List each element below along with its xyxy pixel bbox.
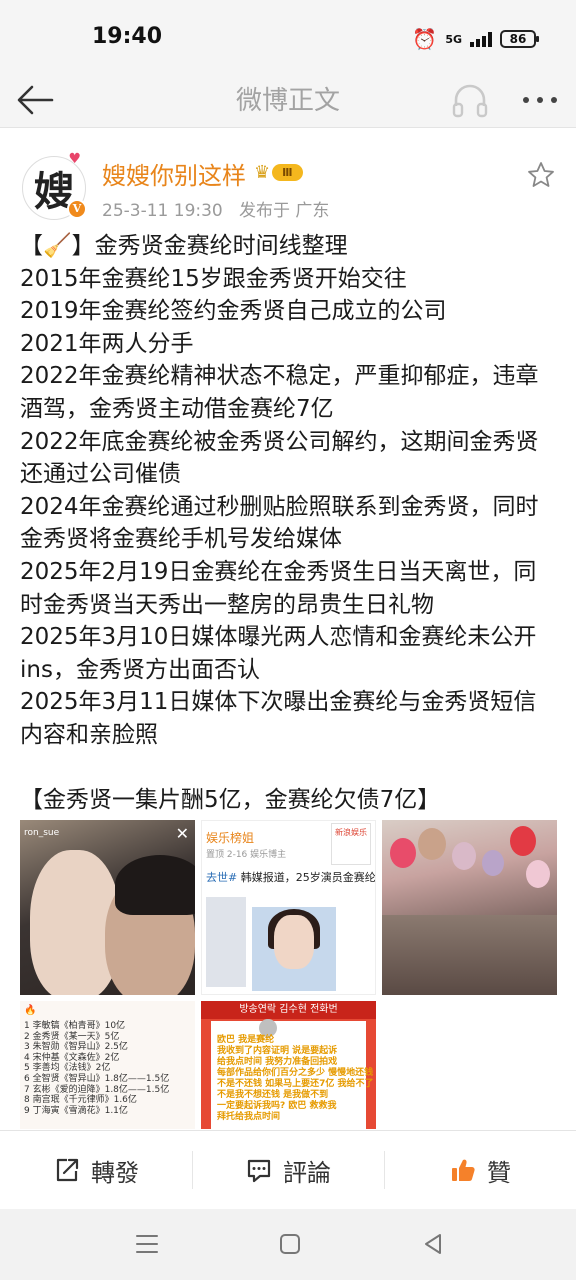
photo-couple-selfie[interactable]: ron_sue ✕ xyxy=(20,820,195,995)
fire-icon: 🔥 xyxy=(24,1005,37,1016)
post-timestamp: 25-3-11 19:30 xyxy=(102,201,223,221)
message-line: 每部作品给你们百分之多少 慢慢地还钱 xyxy=(217,1068,374,1078)
message-line: 欧巴 我是赛纶 xyxy=(217,1035,275,1045)
post-location: 发布于 广东 xyxy=(238,201,330,221)
more-icon[interactable] xyxy=(518,80,562,120)
post-line: 2025年3月11日媒体下次曝出金赛纶与金秀贤短信 xyxy=(20,689,537,716)
photo-gift-room[interactable] xyxy=(382,820,557,995)
message-line: 给我点时间 我努力准备回拍戏 xyxy=(217,1057,338,1067)
repost-button[interactable]: 轉發 xyxy=(0,1131,192,1209)
status-bar: 19:40 ⏰ 5G 86 xyxy=(0,0,576,72)
post-line: 2022年底金赛纶被金秀贤公司解约，这期间金秀贤 xyxy=(20,428,539,455)
home-icon[interactable] xyxy=(275,1229,305,1259)
ranking-row: 3 朱智勋《智异山》2.5亿 xyxy=(24,1042,128,1053)
headline-text: 韩媒报道，25岁演员金赛纶 xyxy=(237,871,376,884)
comment-label: 評論 xyxy=(283,1158,331,1187)
repost-icon xyxy=(56,1158,79,1182)
message-line: 不是我不想还钱 是我做不到 xyxy=(217,1090,329,1100)
star-icon[interactable] xyxy=(526,160,556,190)
post-card: 嫂 ♥ V 嫂嫂你别这样 ♛ Ⅲ 25-3-11 19:30 发布于 广东 【🧹… xyxy=(0,128,576,1130)
post-line: 2025年2月19日金赛纶在金秀贤生日当天离世，同 xyxy=(20,558,537,585)
nav-bar: 微博正文 xyxy=(0,72,576,128)
like-label: 贊 xyxy=(487,1158,511,1187)
screenshot-headline: 去世# 韩媒报道，25岁演员金赛纶 xyxy=(206,869,376,885)
headphone-icon[interactable] xyxy=(450,80,490,120)
post-line: 2021年两人分手 xyxy=(20,330,194,357)
post-line: 2022年金赛纶精神状态不稳定，严重抑郁症，违章 xyxy=(20,363,539,390)
post-line: ins，金秀贤方出面否认 xyxy=(20,656,260,683)
photo-message-screenshot[interactable]: 방송연락 김수현 전화번 欧巴 我是赛纶 我收到了内容证明 说是要起诉 给我点时… xyxy=(201,1001,376,1129)
crown-icon: ♛ xyxy=(254,161,271,183)
post-line: 2025年3月10日媒体曝光两人恋情和金赛纶未公开 xyxy=(20,624,537,651)
ranking-list: 1 李敏镐《柏青哥》10亿 2 金秀贤《某一天》5亿 3 朱智勋《智异山》2.5… xyxy=(24,1021,169,1116)
headline-tag: 去世# xyxy=(206,871,238,884)
ranking-row: 5 李善均《法钱》2亿 xyxy=(24,1063,111,1074)
ranking-row: 2 金秀贤《某一天》5亿 xyxy=(24,1031,120,1042)
verified-icon: V xyxy=(67,199,87,219)
post-line: 2015年金赛纶15岁跟金秀贤开始交往 xyxy=(20,265,407,292)
user-name[interactable]: 嫂嫂你别这样 xyxy=(102,156,246,191)
post-text: 【🧹】金秀贤金赛纶时间线整理 2015年金赛纶15岁跟金秀贤开始交往 2019年… xyxy=(20,230,560,817)
ranking-row: 1 李敏镐《柏青哥》10亿 xyxy=(24,1021,126,1031)
post-line: 【🧹】金秀贤金赛纶时间线整理 xyxy=(20,233,348,259)
message-text: 欧巴 我是赛纶 我收到了内容证明 说是要起诉 给我点时间 我努力准备回拍戏 每部… xyxy=(217,1035,374,1123)
close-icon: ✕ xyxy=(175,824,189,843)
post-line: 内容和亲脸照 xyxy=(20,721,158,748)
ranking-row: 7 玄彬《爱的迫降》1.8亿——1.5亿 xyxy=(24,1084,170,1095)
post-highlight-line: 【金秀贤一集片酬5亿，金赛纶欠债7亿】 xyxy=(20,787,441,814)
signal-icon xyxy=(470,31,492,47)
post-line: 2024年金赛纶通过秒删贴脸照联系到金秀贤，同时 xyxy=(20,493,539,520)
screenshot-corner: 新浪娱乐 xyxy=(331,823,371,865)
post-meta: 25-3-11 19:30 发布于 广东 xyxy=(102,196,329,221)
message-line: 一定要起诉我吗? 欧巴 救救我 xyxy=(217,1101,337,1111)
comment-icon xyxy=(247,1159,271,1183)
avatar[interactable]: 嫂 ♥ V xyxy=(22,151,87,220)
ranking-row: 9 丁海寅《雪滴花》1.1亿 xyxy=(24,1105,128,1116)
comment-button[interactable]: 評論 xyxy=(192,1131,384,1209)
level-badge[interactable]: ♛ Ⅲ xyxy=(254,161,303,183)
menu-icon[interactable] xyxy=(132,1229,162,1259)
system-nav-bar xyxy=(0,1209,576,1280)
ranking-row: 4 宋仲基《文森佐》2亿 xyxy=(24,1052,120,1063)
back-icon[interactable] xyxy=(418,1229,448,1259)
message-banner: 방송연락 김수현 전화번 xyxy=(201,1001,376,1019)
battery-level: 86 xyxy=(509,32,527,46)
action-bar: 轉發 評論 贊 xyxy=(0,1131,576,1209)
like-button[interactable]: 贊 xyxy=(384,1131,576,1209)
ranking-row: 6 全智贤《智异山》1.8亿——1.5亿 xyxy=(24,1073,170,1084)
post-line: 金秀贤将金赛纶手机号发给媒体 xyxy=(20,526,342,553)
thumbs-up-icon xyxy=(452,1159,475,1181)
ranking-row: 8 南宫珉《千元律师》1.6亿 xyxy=(24,1095,137,1106)
status-time: 19:40 xyxy=(92,24,163,49)
post-line: 2019年金赛纶签约金秀贤自己成立的公司 xyxy=(20,298,447,325)
network-type: 5G xyxy=(445,32,462,46)
photo-username: ron_sue xyxy=(24,828,60,838)
heart-icon: ♥ xyxy=(68,151,81,167)
battery-icon: 86 xyxy=(500,30,539,48)
status-icons: ⏰ 5G 86 xyxy=(412,27,539,51)
screenshot-sub: 置顶 2-16 娱乐博主 xyxy=(206,850,287,860)
post-line: 酒驾，金秀贤主动借金赛纶7亿 xyxy=(20,395,334,422)
photo-salary-ranking[interactable]: 🔥 1 李敏镐《柏青哥》10亿 2 金秀贤《某一天》5亿 3 朱智勋《智异山》2… xyxy=(20,1001,195,1129)
post-line: 还通过公司催债 xyxy=(20,461,181,488)
photo-news-screenshot[interactable]: 娱乐榜姐 置顶 2-16 娱乐博主 新浪娱乐 去世# 韩媒报道，25岁演员金赛纶 xyxy=(201,820,376,995)
message-line: 拜托给我点时间 xyxy=(217,1112,281,1122)
message-line: 不是不还钱 如果马上要还7亿 我给不了 xyxy=(217,1079,374,1089)
alarm-icon: ⏰ xyxy=(412,27,438,51)
post-line: 时金秀贤当天秀出一整房的昂贵生日礼物 xyxy=(20,591,434,618)
message-line: 我收到了内容证明 说是要起诉 xyxy=(217,1046,338,1056)
repost-label: 轉發 xyxy=(91,1158,139,1187)
level-label: Ⅲ xyxy=(272,163,303,181)
